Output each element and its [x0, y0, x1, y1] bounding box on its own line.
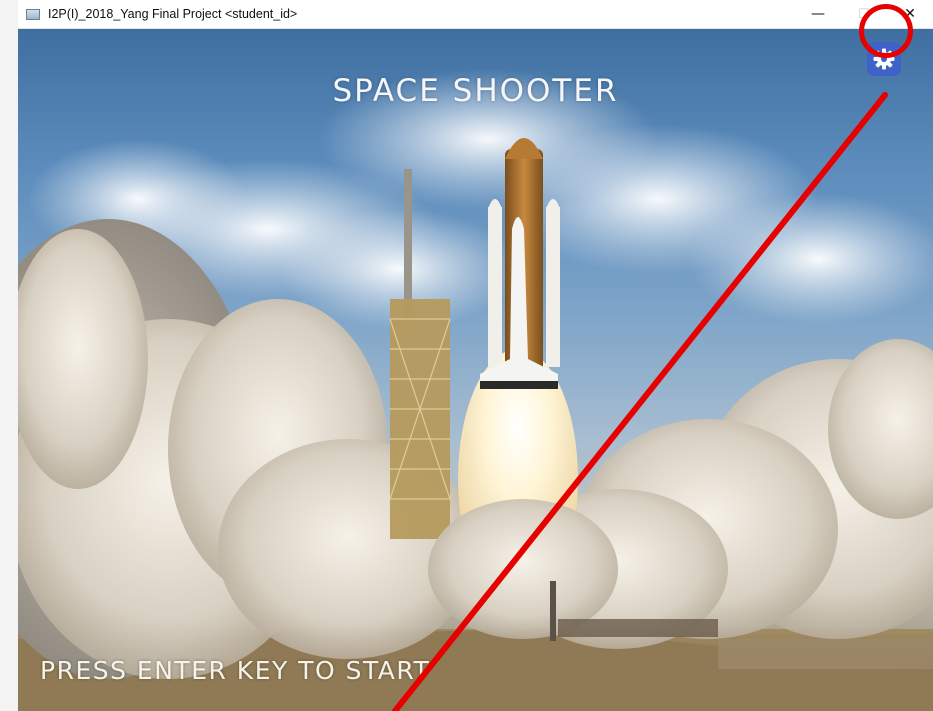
minimize-button[interactable]: — [795, 0, 841, 28]
press-enter-prompt: PRESS ENTER KEY TO START [40, 656, 431, 685]
app-window: I2P(I)_2018_Yang Final Project <student_… [18, 0, 933, 711]
window-title: I2P(I)_2018_Yang Final Project <student_… [48, 7, 298, 21]
game-canvas[interactable]: SPACE SHOOTER PRESS ENTER KEY TO START [18, 29, 933, 711]
highlight-circle [859, 4, 913, 58]
title-bar[interactable]: I2P(I)_2018_Yang Final Project <student_… [18, 0, 933, 29]
app-window-icon [26, 8, 40, 20]
desktop-edge [0, 0, 19, 711]
launch-background-image [18, 69, 933, 711]
game-title: SPACE SHOOTER [332, 73, 619, 109]
